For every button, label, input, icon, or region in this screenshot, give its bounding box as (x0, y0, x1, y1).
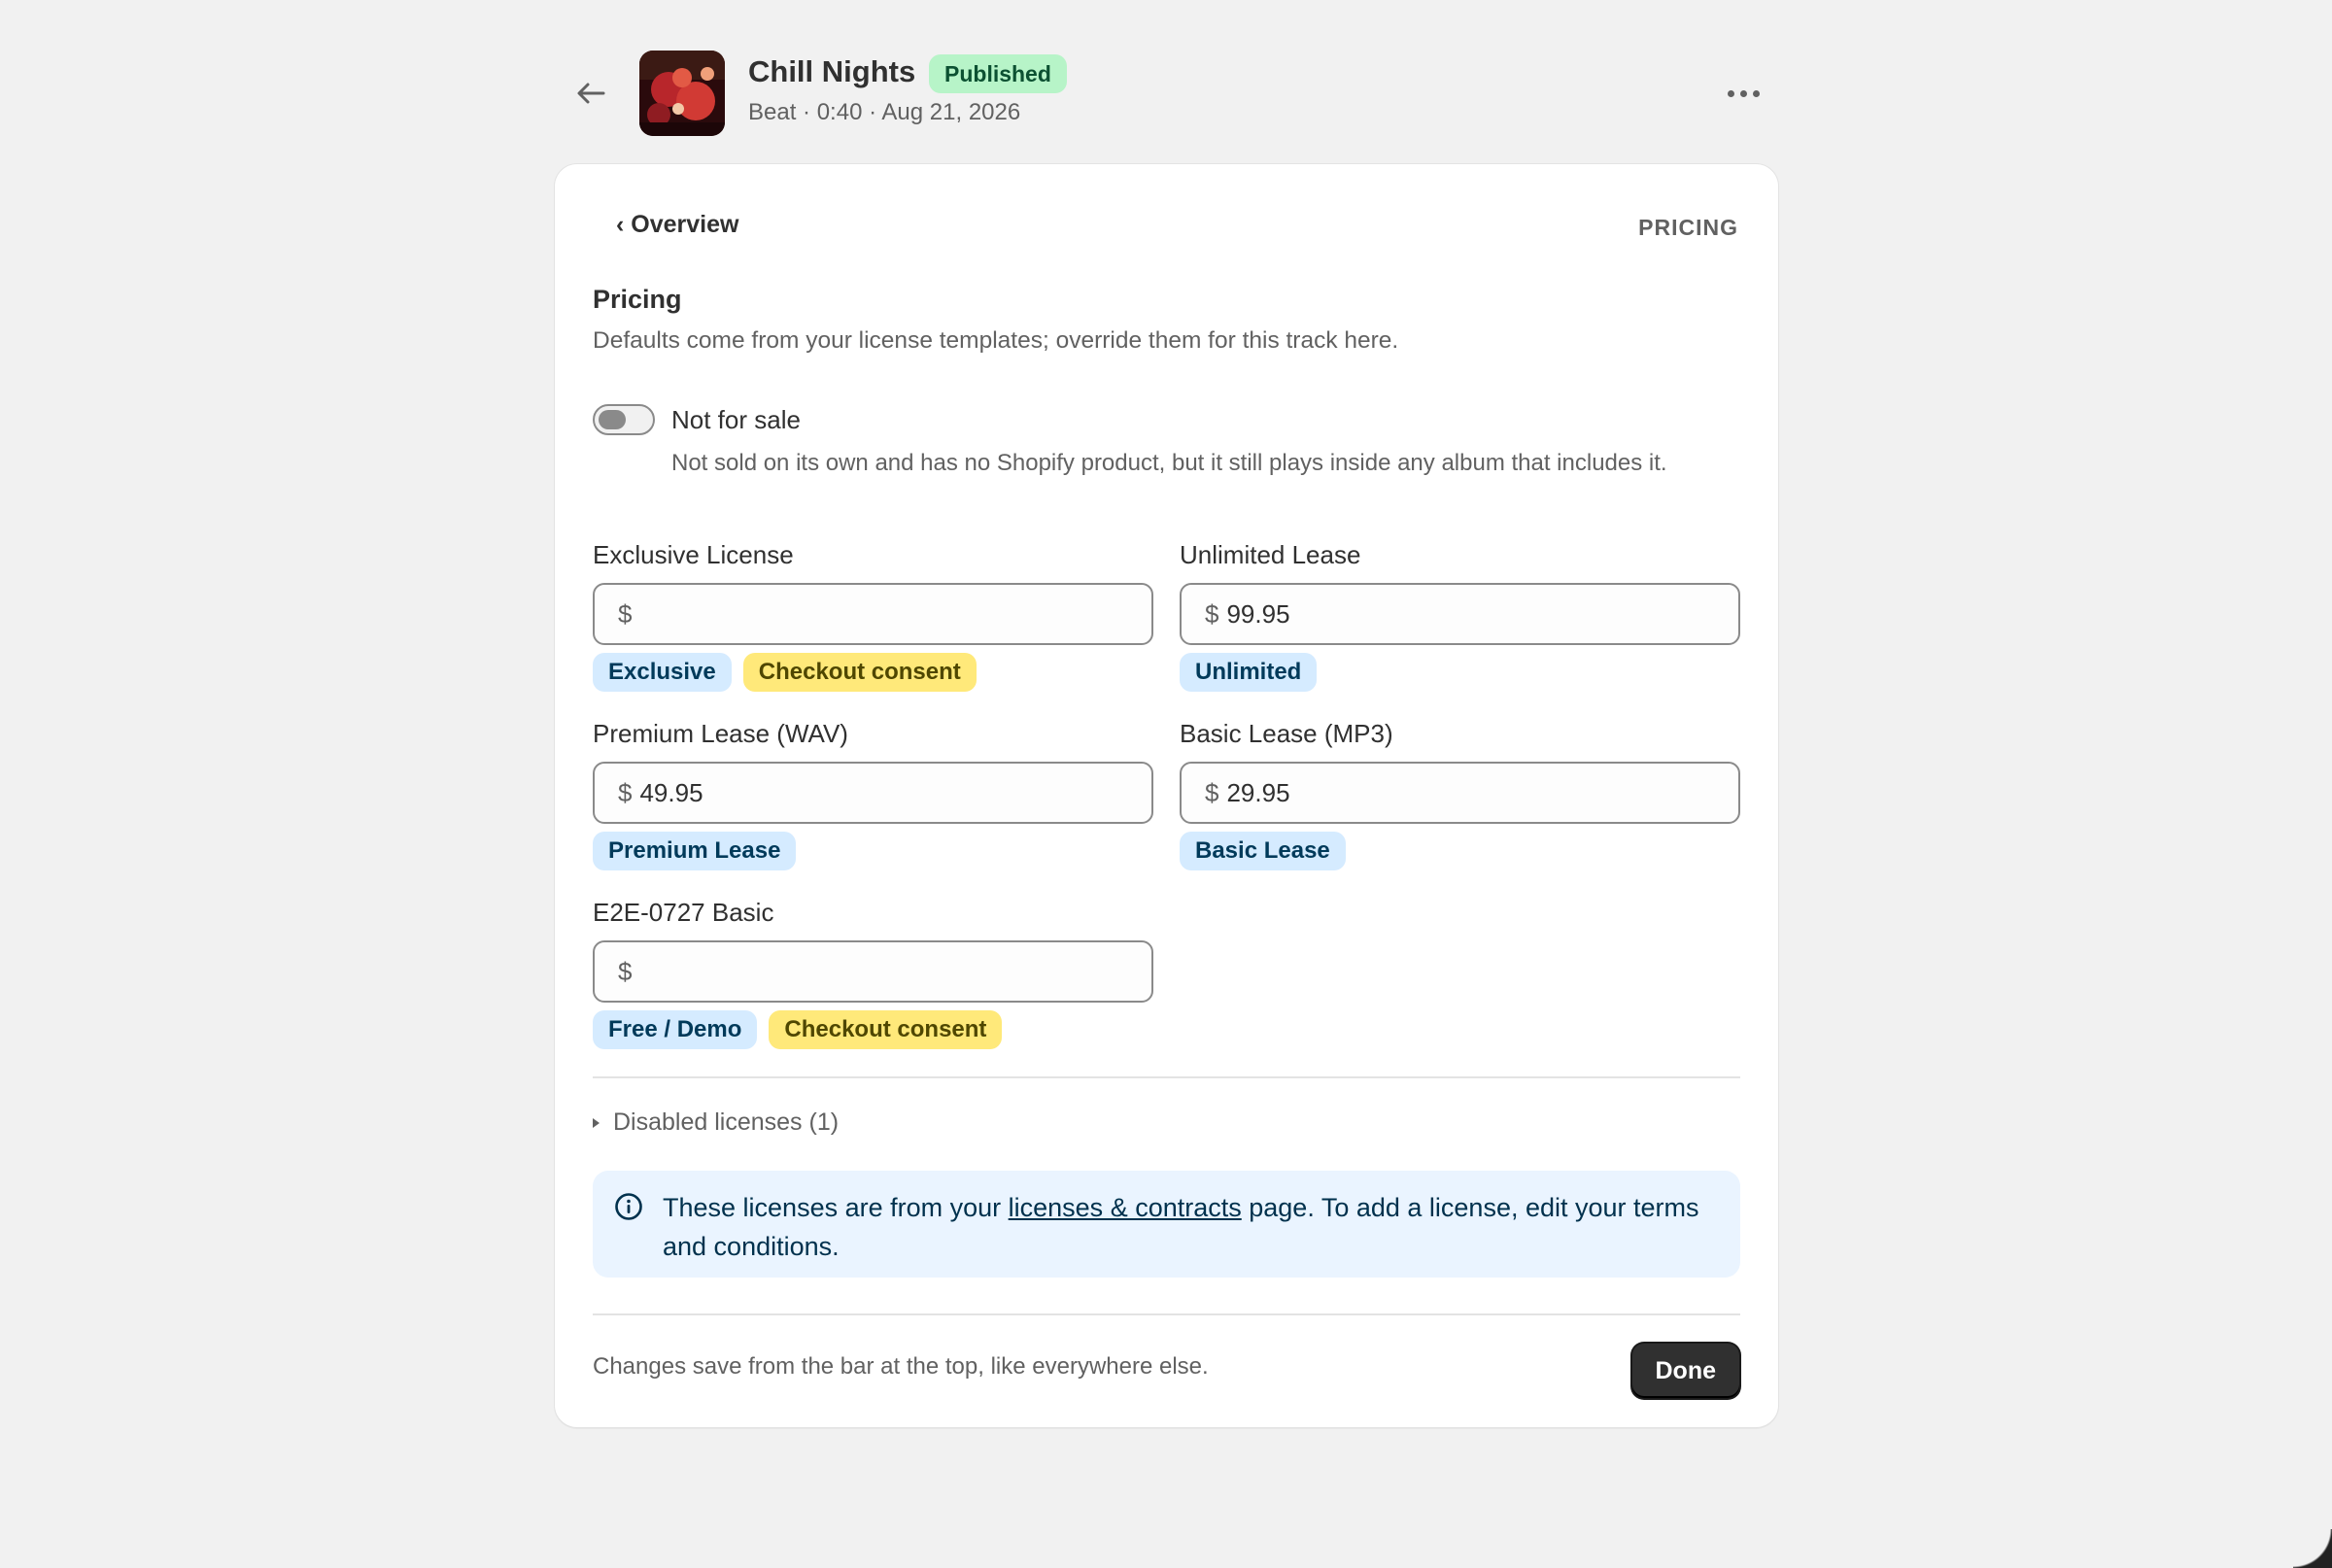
track-title: Chill Nights (748, 54, 916, 88)
license-tag: Premium Lease (593, 832, 797, 870)
banner-text-before: These licenses are from your (663, 1193, 1009, 1222)
window-corner (2293, 1529, 2332, 1568)
section-description: Defaults come from your license template… (593, 327, 1399, 354)
disabled-licenses-label: Disabled licenses (1) (613, 1108, 840, 1136)
price-value: 99.95 (1226, 598, 1290, 629)
license-price-input[interactable]: $ 49.95 (593, 762, 1153, 824)
currency-symbol: $ (1205, 598, 1219, 629)
info-banner: These licenses are from your licenses & … (593, 1171, 1740, 1278)
divider (593, 1313, 1740, 1315)
disabled-licenses-toggle[interactable]: Disabled licenses (1) (593, 1108, 839, 1137)
currency-symbol: $ (618, 598, 633, 629)
divider (593, 1076, 1740, 1078)
license-price-input[interactable]: $ (593, 940, 1153, 1003)
license-tag: Exclusive (593, 653, 732, 692)
license-field-basic: Basic Lease (MP3) $ 29.95 Basic Lease (1180, 716, 1740, 870)
breadcrumb-overview[interactable]: ‹ Overview (616, 211, 738, 239)
currency-symbol: $ (618, 956, 633, 986)
license-price-input[interactable]: $ 29.95 (1180, 762, 1740, 824)
license-field-e2e-basic: E2E-0727 Basic $ Free / Demo Checkout co… (593, 895, 1153, 1049)
back-button[interactable] (567, 72, 614, 115)
caret-right-icon (593, 1117, 600, 1128)
track-meta: Beat · 0:40 · Aug 21, 2026 (748, 99, 1021, 125)
section-title: Pricing (593, 285, 682, 314)
license-label: Unlimited Lease (1180, 540, 1361, 569)
pricing-card: ‹ Overview PRICING Pricing Defaults come… (554, 163, 1779, 1428)
not-for-sale-toggle[interactable] (593, 404, 655, 435)
license-field-exclusive: Exclusive License $ Exclusive Checkout c… (593, 537, 1153, 692)
arrow-left-icon (577, 83, 605, 104)
ellipsis-horizontal-icon (1727, 89, 1760, 97)
info-banner-text: These licenses are from your licenses & … (663, 1188, 1712, 1266)
done-button[interactable]: Done (1631, 1344, 1739, 1398)
not-for-sale-help: Not sold on its own and has no Shopify p… (671, 450, 1667, 476)
currency-symbol: $ (1205, 777, 1219, 807)
license-tag: Checkout consent (742, 653, 977, 692)
licenses-contracts-link[interactable]: licenses & contracts (1009, 1193, 1242, 1222)
license-field-premium: Premium Lease (WAV) $ 49.95 Premium Leas… (593, 716, 1153, 870)
section-tag: PRICING (1638, 215, 1738, 240)
license-label: E2E-0727 Basic (593, 898, 774, 927)
license-label: Premium Lease (WAV) (593, 719, 848, 748)
license-price-input[interactable]: $ (593, 583, 1153, 645)
more-actions-button[interactable] (1718, 76, 1768, 111)
license-field-unlimited: Unlimited Lease $ 99.95 Unlimited (1180, 537, 1740, 692)
toggle-knob (599, 410, 626, 429)
license-label: Exclusive License (593, 540, 794, 569)
license-label: Basic Lease (MP3) (1180, 719, 1393, 748)
status-badge: Published (929, 54, 1067, 93)
not-for-sale-label: Not for sale (671, 405, 801, 434)
license-price-input[interactable]: $ 99.95 (1180, 583, 1740, 645)
price-value: 29.95 (1226, 777, 1290, 807)
currency-symbol: $ (618, 777, 633, 807)
track-artwork (639, 51, 725, 136)
price-value: 49.95 (639, 777, 703, 807)
license-tag: Free / Demo (593, 1010, 758, 1049)
license-tag: Unlimited (1180, 653, 1318, 692)
license-tag: Checkout consent (769, 1010, 1003, 1049)
footer-note: Changes save from the bar at the top, li… (593, 1353, 1209, 1380)
page: Chill Nights Published Beat · 0:40 · Aug… (0, 0, 2332, 1568)
info-icon (615, 1193, 642, 1220)
license-tag: Basic Lease (1180, 832, 1346, 870)
